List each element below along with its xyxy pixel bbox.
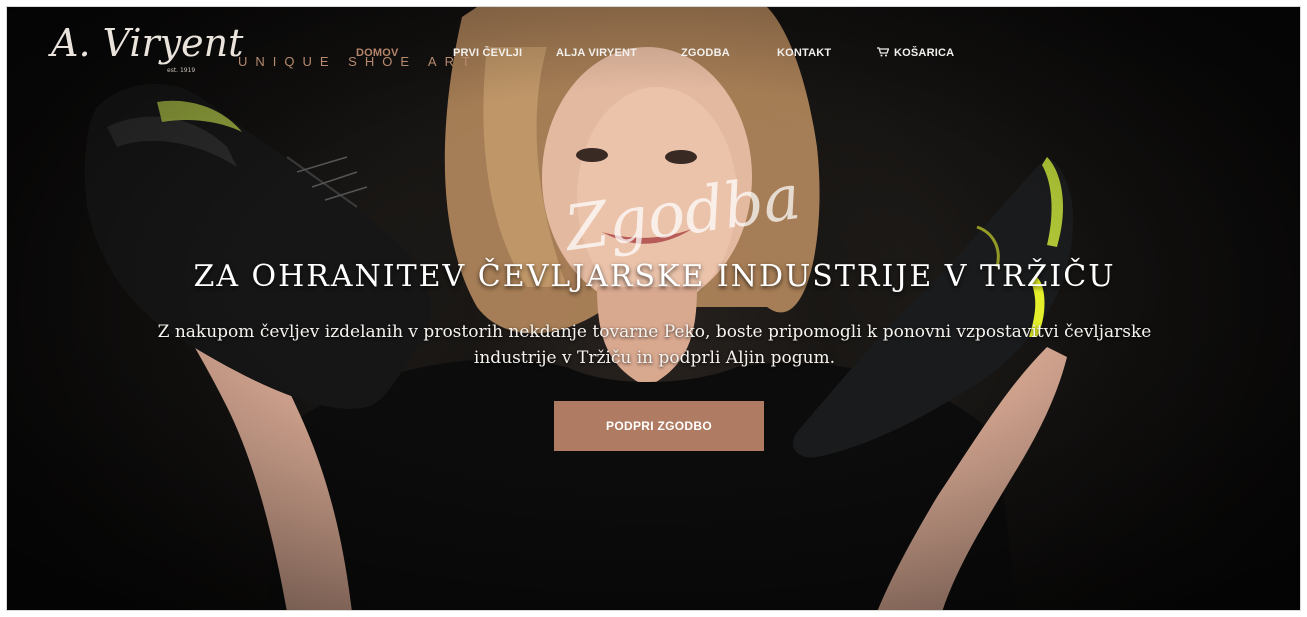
cart-icon	[877, 47, 889, 57]
nav-item-alja-viryent[interactable]: ALJA VIRYENT	[556, 47, 637, 59]
hero-background	[7, 7, 1300, 610]
nav-item-cart[interactable]: KOŠARICA	[877, 47, 954, 59]
hero-headline: ZA OHRANITEV ČEVLJARSKE INDUSTRIJE V TRŽ…	[193, 259, 1116, 294]
cart-label: KOŠARICA	[894, 47, 955, 59]
logo-est: est. 1919	[167, 67, 196, 74]
hero-subtext: Z nakupom čevljev izdelanih v prostorih …	[157, 322, 1152, 368]
main-nav: DOMOV PRVI ČEVLJI ALJA VIRYENT ZGODBA KO…	[7, 47, 1300, 67]
nav-item-contact[interactable]: KONTAKT	[777, 47, 831, 59]
nav-item-story[interactable]: ZGODBA	[681, 47, 730, 59]
nav-item-first-shoes[interactable]: PRVI ČEVLJI	[453, 47, 522, 59]
hero-photo	[7, 7, 1300, 610]
support-story-button[interactable]: PODPRI ZGODBO	[554, 401, 764, 451]
website-frame: A. Viryent est. 1919 UNIQUE SHOE ART DOM…	[6, 6, 1301, 611]
nav-item-home[interactable]: DOMOV	[356, 47, 399, 59]
